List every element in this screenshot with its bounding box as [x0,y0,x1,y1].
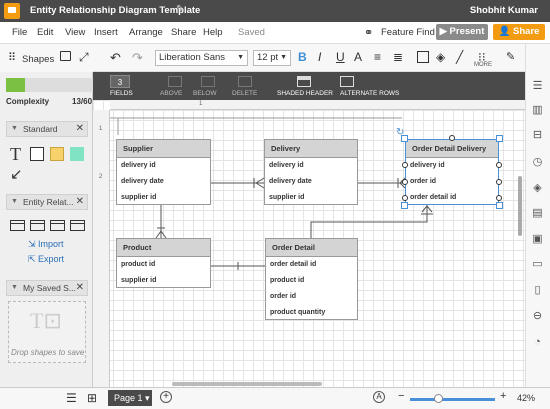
odd-orderdetail-connector [310,205,428,238]
entity-field[interactable]: product quantity [266,305,357,321]
entity-order-detail[interactable]: Order Detail order detail id product id … [265,238,358,320]
connection-point[interactable] [496,179,502,185]
entity-order-detail-delivery[interactable]: Order Detail Delivery delivery id order … [405,139,499,205]
chat-icon[interactable]: ◔ [531,336,544,349]
entity-title[interactable]: Supplier [117,140,210,158]
crowfoot-mark [421,205,428,213]
entity-title[interactable]: Order Detail [266,239,357,257]
horizontal-scrollbar[interactable] [172,382,322,386]
resize-handle[interactable] [496,135,503,142]
crowfoot-mark [426,205,433,213]
entity-field[interactable]: product id [117,257,210,273]
entity-title[interactable]: Product [117,239,210,257]
entity-field[interactable]: delivery date [265,174,357,190]
connection-point[interactable] [449,135,455,141]
crowfoot-mark [255,177,265,184]
entity-field[interactable]: order detail id [266,257,357,273]
entity-title[interactable]: Delivery [265,140,357,158]
zoom-slider-knob[interactable] [434,394,443,403]
list-view-icon[interactable]: ☰ [66,391,77,405]
entity-field[interactable]: order detail id [406,190,498,206]
entity-field[interactable]: order id [266,289,357,305]
connection-point[interactable] [402,162,408,168]
page-icon[interactable]: ▯ [531,284,544,297]
link-icon[interactable]: ⊖ [531,310,544,323]
entity-field[interactable]: order id [406,174,498,190]
zoom-out-icon[interactable]: − [398,390,404,402]
entity-product[interactable]: Product product id supplier id [116,238,211,288]
entity-field[interactable]: supplier id [117,273,210,289]
entity-field[interactable]: delivery id [265,158,357,174]
crowfoot-mark [155,230,162,239]
image-icon[interactable]: ▣ [531,233,544,246]
entity-field[interactable]: supplier id [117,190,210,206]
entity-supplier[interactable]: Supplier delivery id delivery date suppl… [116,139,211,205]
format-page-icon[interactable]: ☰ [531,80,544,93]
entity-field[interactable]: supplier id [265,190,357,206]
zoom-slider-track[interactable] [410,398,495,401]
resize-handle[interactable] [401,202,408,209]
entity-delivery[interactable]: Delivery delivery id delivery date suppl… [264,139,358,205]
zoom-in-icon[interactable]: + [500,390,506,402]
document-data-icon[interactable]: ▤ [531,207,544,220]
page-tab[interactable]: Page 1 ▾ [108,390,152,406]
rotate-handle-icon[interactable]: ↻ [396,127,404,138]
entity-field[interactable]: delivery id [406,158,498,174]
vertical-scrollbar[interactable] [518,176,522,236]
comment-icon[interactable]: ▭ [531,258,544,271]
page-layout-icon[interactable]: ▥ [531,104,544,117]
entity-field[interactable]: product id [266,273,357,289]
presentation-icon[interactable]: ⊟ [531,129,544,142]
connection-point[interactable] [402,195,408,201]
crowfoot-mark [255,182,265,189]
caret-down-icon: ▾ [145,393,150,403]
accessibility-icon[interactable]: A [373,391,385,403]
entity-field[interactable]: delivery date [117,174,210,190]
connection-point[interactable] [496,195,502,201]
history-clock-icon[interactable]: ◷ [531,156,544,169]
entity-field[interactable]: delivery id [117,158,210,174]
zoom-level[interactable]: 42% [517,393,535,403]
layers-icon[interactable]: ◈ [531,182,544,195]
grid-view-icon[interactable]: ⊞ [87,391,97,405]
connection-point[interactable] [496,162,502,168]
resize-handle[interactable] [496,202,503,209]
add-page-icon[interactable]: + [160,391,172,403]
connection-point[interactable] [402,179,408,185]
crowfoot-mark [160,230,167,239]
entity-title[interactable]: Order Detail Delivery [406,140,498,158]
